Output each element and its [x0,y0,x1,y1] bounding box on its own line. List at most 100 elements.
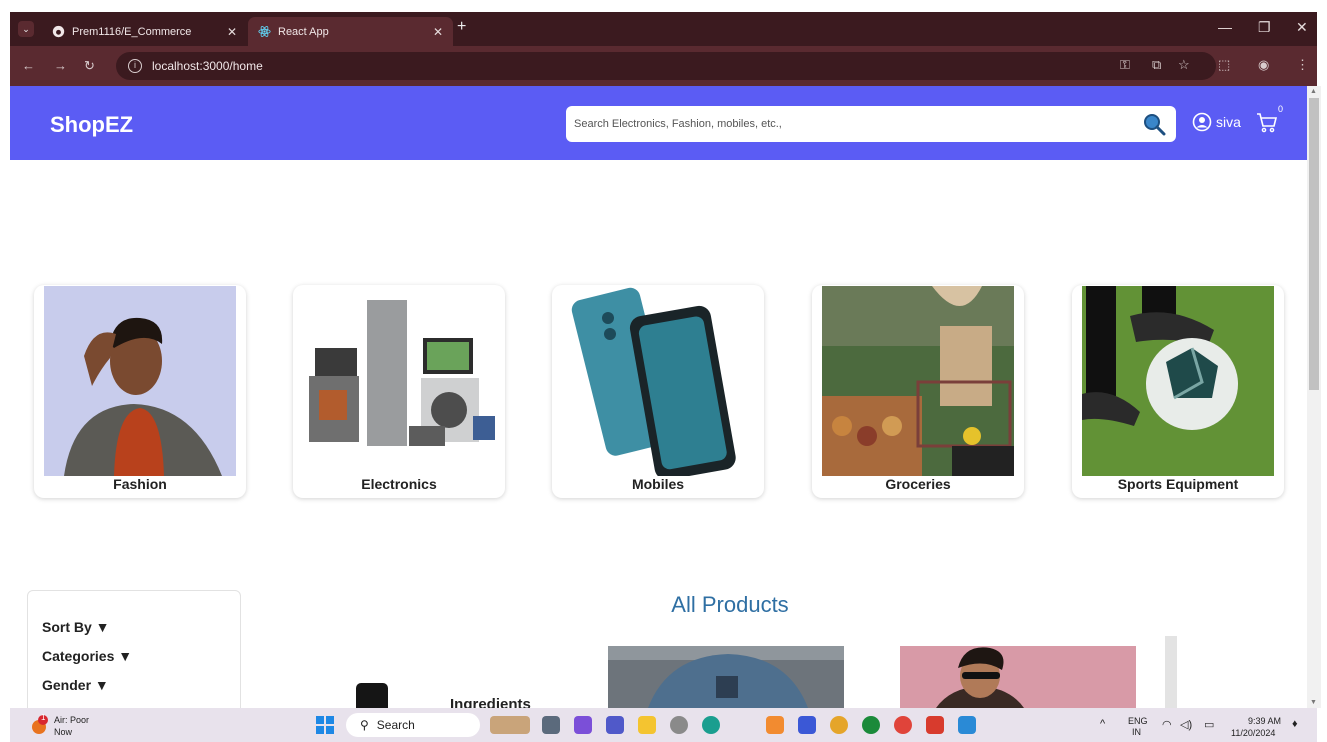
file-explorer-icon[interactable] [638,716,656,734]
browser-toolbar: ← → ↻ i localhost:3000/home ⚿ ⧉ ☆ ⬚ ◉ ⋮ [10,46,1317,86]
mobiles-image [562,286,754,476]
region-indicator: IN [1132,727,1141,737]
product-image[interactable] [900,646,1136,708]
category-card-groceries[interactable]: Groceries [812,285,1024,498]
react-icon [258,26,271,37]
search-bar [566,106,1176,142]
chrome-icon[interactable] [830,716,848,734]
page-scrollbar[interactable]: ▲ ▼ [1307,86,1321,708]
new-tab-button[interactable]: + [457,18,466,36]
notification-bell-icon[interactable]: ♦ [1292,718,1298,730]
url-text: localhost:3000/home [152,59,263,73]
electronics-image [303,286,495,476]
products-scrollbar[interactable] [1165,636,1177,708]
bookmark-star-icon[interactable]: ☆ [1178,57,1190,73]
category-card-sports[interactable]: Sports Equipment [1072,285,1284,498]
search-icon[interactable] [1142,112,1166,136]
close-tab-icon[interactable]: ✕ [227,25,237,39]
chrome-canary-icon[interactable] [894,716,912,734]
category-card-electronics[interactable]: Electronics [293,285,505,498]
chevron-up-icon[interactable]: ^ [1100,718,1105,730]
scroll-thumb[interactable] [1309,98,1319,390]
denim-product-image [608,646,844,708]
forward-icon[interactable]: → [54,58,67,73]
category-label: Groceries [885,476,951,492]
password-key-icon[interactable]: ⚿ [1120,57,1130,73]
weather-subtext: Now [54,727,73,737]
clock-time[interactable]: 9:39 AM [1248,716,1281,726]
product-image[interactable] [608,646,844,708]
search-input[interactable] [574,114,1134,134]
reload-icon[interactable]: ↻ [84,58,95,74]
xbox-icon[interactable] [862,716,880,734]
tab-github[interactable]: Prem1116/E_Commerce ✕ [42,17,247,46]
address-bar[interactable]: i localhost:3000/home [116,52,1216,80]
start-button[interactable] [316,716,334,734]
fashion-product-image [900,646,1136,708]
categories-dropdown[interactable]: Categories ▼ [42,648,132,664]
tab-title: React App [278,25,329,38]
user-name: siva [1216,114,1241,130]
office-icon[interactable] [926,716,944,734]
browser-tab-bar: ⌄ Prem1116/E_Commerce ✕ React App ✕ + — … [10,12,1317,46]
wifi-icon[interactable]: ◠ [1162,718,1172,731]
close-tab-icon[interactable]: ✕ [433,25,443,39]
back-icon[interactable]: ← [22,58,35,73]
weather-widget[interactable]: 1 [28,713,50,736]
cart-button[interactable]: 0 [1255,104,1283,136]
product-image[interactable] [356,683,388,708]
clock-date[interactable]: 11/20/2024 [1231,728,1275,738]
windows-icon [316,716,334,734]
close-window-icon[interactable]: ✕ [1296,19,1308,36]
category-label: Mobiles [631,476,685,492]
language-indicator[interactable]: ENG [1128,716,1148,726]
store-icon[interactable] [766,716,784,734]
category-label: Electronics [361,476,437,492]
user-icon [1192,112,1212,132]
cart-icon [1257,113,1278,133]
profile-icon[interactable]: ◉ [1258,57,1269,73]
scroll-down-icon[interactable]: ▼ [1310,699,1317,706]
taskbar: 1 Air: Poor Now ⚲ Search ^ ENG IN ◠ ◁) ▭… [10,708,1317,742]
extensions-icon[interactable]: ⬚ [1218,57,1230,73]
widgets-icon[interactable] [490,716,530,734]
copilot-icon[interactable] [574,716,592,734]
weather-badge: 1 [41,713,46,722]
vscode-icon[interactable] [958,716,976,734]
install-app-icon[interactable]: ⧉ [1152,57,1161,73]
category-label: Sports Equipment [1117,476,1239,492]
github-icon [52,25,65,38]
task-view-icon[interactable] [542,716,560,734]
weather-icon [32,715,48,734]
app-icon[interactable] [798,716,816,734]
settings-icon[interactable] [670,716,688,734]
scroll-up-icon[interactable]: ▲ [1310,88,1317,95]
category-card-fashion[interactable]: Fashion [34,285,246,498]
cart-count: 0 [1277,104,1283,114]
restore-icon[interactable]: ❐ [1258,19,1271,36]
browser-menu-icon[interactable]: ⋮ [1296,57,1309,73]
products-title: All Products [671,592,789,617]
volume-icon[interactable]: ◁) [1180,718,1192,731]
search-icon: ⚲ [360,718,369,732]
teams-icon[interactable] [606,716,624,734]
taskbar-search[interactable]: ⚲ Search [346,713,480,737]
tab-title: Prem1116/E_Commerce [72,25,192,38]
gender-dropdown[interactable]: Gender ▼ [42,677,109,693]
fashion-image [44,286,236,476]
category-label: Fashion [113,476,167,492]
tab-search-icon[interactable]: ⌄ [18,21,34,37]
minimize-icon[interactable]: — [1218,19,1232,35]
logo[interactable]: ShopEZ [50,112,133,138]
edge-icon[interactable] [702,716,720,734]
weather-text: Air: Poor [54,715,90,725]
sports-image [1082,286,1274,476]
category-card-mobiles[interactable]: Mobiles [552,285,764,498]
groceries-image [822,286,1014,476]
battery-icon[interactable]: ▭ [1204,718,1214,731]
tab-react-app[interactable]: React App ✕ [248,17,453,46]
user-account[interactable]: siva [1192,112,1241,132]
sort-by-dropdown[interactable]: Sort By ▼ [42,619,110,635]
app-header: ShopEZ siva 0 [10,86,1307,160]
site-info-icon[interactable]: i [128,59,142,73]
